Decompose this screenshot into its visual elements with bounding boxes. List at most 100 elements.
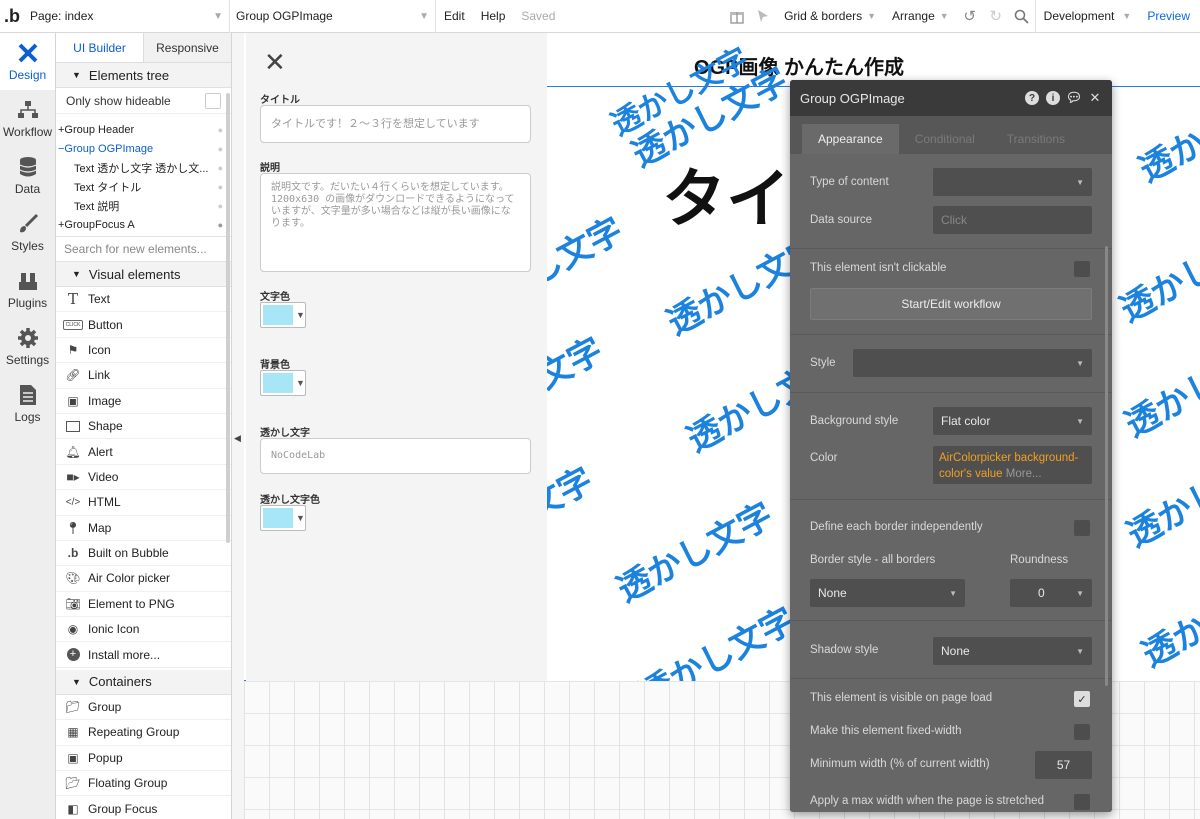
tab-appearance[interactable]: Appearance — [802, 124, 899, 154]
element-to-png[interactable]: 📷︎ Element to PNG — [56, 592, 231, 618]
close-icon[interactable]: ✕ — [1088, 90, 1102, 105]
collapse-arrow-icon[interactable]: ◀ — [234, 433, 241, 444]
edit-menu[interactable]: Edit — [436, 0, 473, 33]
color-more-link[interactable]: More... — [1006, 468, 1042, 480]
rail-settings[interactable]: Settings — [0, 318, 55, 375]
search-elements-input[interactable]: Search for new elements... — [56, 236, 231, 262]
element-image[interactable]: ▣ Image — [56, 389, 231, 414]
rail-data[interactable]: Data — [0, 147, 55, 204]
tab-conditional[interactable]: Conditional — [899, 124, 991, 154]
search-icon[interactable] — [1009, 0, 1035, 33]
watermark-color-picker[interactable]: ▼ — [260, 505, 306, 531]
visible-on-load-checkbox[interactable]: ✓ — [1074, 691, 1090, 707]
rail-design[interactable]: Design — [0, 33, 55, 90]
element-air-color-picker[interactable]: 🎨︎ Air Color picker — [56, 566, 231, 592]
version-selector[interactable]: Development ▼ — [1034, 0, 1140, 33]
data-source-input[interactable]: Click — [933, 206, 1092, 234]
element-install-more[interactable]: + Install more... — [56, 642, 231, 668]
element-selector[interactable]: Group OGPImage ▼ — [230, 0, 436, 33]
property-scrollbar[interactable] — [1105, 246, 1108, 686]
text-color-picker[interactable]: ▼ — [260, 302, 306, 328]
type-of-content-dropdown[interactable]: ▼ — [933, 168, 1092, 196]
tab-responsive[interactable]: Responsive — [143, 33, 231, 62]
fixed-width-checkbox[interactable] — [1074, 724, 1090, 740]
bg-color-picker[interactable]: ▼ — [260, 370, 306, 396]
element-label: Text — [88, 292, 111, 307]
eye-icon[interactable]: ● — [218, 201, 223, 211]
arrange-menu[interactable]: Arrange ▼ — [884, 0, 957, 33]
eye-icon[interactable]: ● — [218, 144, 223, 154]
eye-icon[interactable]: ● — [218, 125, 223, 135]
bubble-logo-icon[interactable]: .b — [0, 0, 24, 33]
border-style-dropdown[interactable]: None ▼ — [810, 579, 965, 607]
eye-icon[interactable]: ● — [218, 220, 223, 230]
tree-item-group-ogpimage[interactable]: −Group OGPImage ● — [56, 139, 231, 158]
tab-transitions[interactable]: Transitions — [991, 124, 1081, 154]
style-dropdown[interactable]: ▼ — [853, 349, 1092, 377]
palette-scrollbar[interactable] — [226, 93, 230, 543]
container-repeating-group[interactable]: ▦ Repeating Group — [56, 720, 231, 746]
element-icon[interactable]: ⚑ Icon — [56, 338, 231, 364]
preview-button[interactable]: Preview — [1139, 0, 1200, 33]
only-show-hideable-checkbox[interactable] — [205, 92, 221, 109]
element-html[interactable]: </> HTML — [56, 490, 231, 516]
cursor-icon[interactable] — [750, 0, 776, 33]
tree-item-text-desc[interactable]: Text 説明 ● — [56, 196, 231, 215]
element-button[interactable]: CLICK Button — [56, 312, 231, 338]
tab-ui-builder[interactable]: UI Builder — [56, 33, 143, 62]
shadow-style-dropdown[interactable]: None ▼ — [933, 637, 1092, 665]
description-textarea[interactable]: 説明文です。だいたい４行くらいを想定しています。 1200x630 の画像がダウ… — [260, 173, 531, 272]
help-icon[interactable]: ? — [1025, 91, 1039, 105]
redo-icon[interactable]: ↻ — [983, 0, 1009, 33]
property-editor-header[interactable]: Group OGPImage ? i 💬︎ ✕ — [790, 80, 1112, 116]
tree-item-label: +GroupFocus A — [58, 218, 135, 231]
undo-icon[interactable]: ↺ — [957, 0, 983, 33]
not-clickable-checkbox[interactable] — [1074, 261, 1090, 277]
min-width-input[interactable]: 57 — [1035, 751, 1092, 779]
page-selector[interactable]: Page: index ▼ — [24, 0, 230, 33]
gift-icon[interactable] — [724, 0, 750, 33]
tree-item-text-watermark[interactable]: Text 透かし文字 透かし文... ● — [56, 158, 231, 177]
rail-logs[interactable]: Logs — [0, 375, 55, 432]
rail-styles-label: Styles — [11, 238, 44, 253]
info-icon[interactable]: i — [1046, 91, 1060, 105]
rail-styles[interactable]: Styles — [0, 204, 55, 261]
element-label: Ionic Icon — [88, 622, 140, 637]
eye-icon[interactable]: ● — [218, 163, 223, 173]
element-text[interactable]: T Text — [56, 287, 231, 313]
element-label: Install more... — [88, 647, 161, 662]
tree-item-groupfocus-a[interactable]: +GroupFocus A ● — [56, 215, 231, 234]
border-each-checkbox[interactable] — [1074, 520, 1090, 536]
start-edit-workflow-button[interactable]: Start/Edit workflow — [810, 288, 1092, 320]
tree-item-text-title[interactable]: Text タイトル ● — [56, 177, 231, 196]
container-floating-group[interactable]: 📂︎ Floating Group — [56, 771, 231, 797]
grid-borders-menu[interactable]: Grid & borders ▼ — [776, 0, 884, 33]
rail-plugins-label: Plugins — [7, 295, 48, 310]
element-alert[interactable]: 🔔︎ Alert — [56, 439, 231, 465]
background-style-dropdown[interactable]: Flat color ▼ — [933, 407, 1092, 435]
rail-plugins[interactable]: Plugins — [0, 261, 55, 318]
help-menu[interactable]: Help — [473, 0, 514, 33]
tree-item-group-header[interactable]: +Group Header ● — [56, 120, 231, 139]
element-map[interactable]: 📍︎ Map — [56, 516, 231, 541]
containers-header[interactable]: ▼ Containers — [56, 669, 231, 695]
element-link[interactable]: 🔗︎ Link — [56, 363, 231, 389]
title-input[interactable]: タイトルです！２〜３行を想定しています — [260, 105, 531, 143]
element-video[interactable]: ■▸ Video — [56, 465, 231, 491]
elements-tree-header[interactable]: ▼ Elements tree — [56, 63, 231, 88]
container-group-focus[interactable]: ◧ Group Focus — [56, 796, 231, 819]
rail-workflow[interactable]: Workflow — [0, 90, 55, 147]
container-popup[interactable]: ▣ Popup — [56, 746, 231, 772]
element-built-on-bubble[interactable]: .b Built on Bubble — [56, 541, 231, 567]
color-expression[interactable]: AirColorpicker background- color's value… — [933, 446, 1092, 484]
container-group[interactable]: 📁︎ Group — [56, 695, 231, 721]
eye-icon[interactable]: ● — [218, 182, 223, 192]
visual-elements-header[interactable]: ▼ Visual elements — [56, 262, 231, 287]
roundness-dropdown[interactable]: 0 ▼ — [1010, 579, 1092, 607]
comment-icon[interactable]: 💬︎ — [1066, 90, 1083, 105]
element-ionic-icon[interactable]: ◉ Ionic Icon — [56, 617, 231, 643]
watermark-input[interactable]: NoCodeLab — [260, 438, 531, 474]
close-icon[interactable]: ✕ — [264, 47, 286, 78]
element-shape[interactable]: Shape — [56, 414, 231, 440]
max-width-checkbox[interactable] — [1074, 794, 1090, 810]
